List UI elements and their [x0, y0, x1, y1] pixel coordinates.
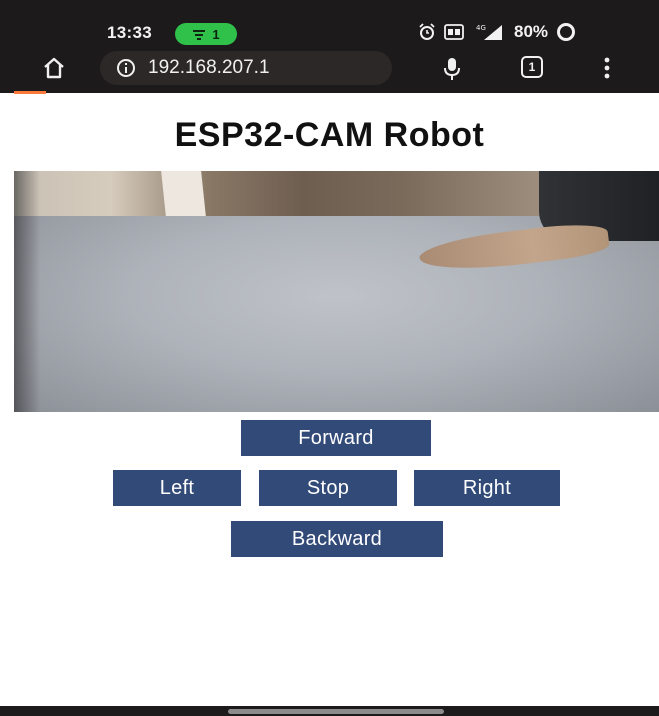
- gesture-handle[interactable]: [228, 709, 444, 714]
- battery-icon: [557, 23, 576, 41]
- menu-icon[interactable]: [604, 57, 610, 79]
- camera-stream: [14, 171, 659, 412]
- forward-button[interactable]: Forward: [241, 420, 431, 456]
- page-title: ESP32-CAM Robot: [174, 116, 485, 154]
- system-nav-bar: [0, 706, 659, 716]
- signal-icon: 4G: [476, 24, 502, 40]
- backward-button[interactable]: Backward: [231, 521, 443, 557]
- address-bar[interactable]: 192.168.207.1: [100, 51, 392, 85]
- status-icons: 4G 80%: [418, 22, 576, 42]
- stop-button[interactable]: Stop: [259, 470, 397, 506]
- network-type-label: 4G: [476, 24, 486, 32]
- right-button[interactable]: Right: [414, 470, 560, 506]
- tabs-icon[interactable]: 1: [521, 56, 543, 78]
- url-bar: 192.168.207.1 1: [0, 50, 659, 88]
- home-icon[interactable]: [42, 56, 66, 80]
- battery-level: 80%: [514, 22, 549, 41]
- hotspot-indicator: 1: [175, 23, 237, 45]
- data-saver-icon: [444, 24, 464, 40]
- url-text[interactable]: 192.168.207.1: [148, 57, 270, 79]
- browser-chrome: 13:33 1 4G 80% 192.168.207.1 1: [0, 0, 659, 94]
- status-time: 13:33: [107, 23, 152, 42]
- status-bar: 13:33 1 4G 80%: [0, 14, 659, 50]
- page-load-progress: [14, 91, 46, 94]
- alarm-icon: [419, 23, 435, 40]
- hotspot-icon: [193, 30, 206, 40]
- info-icon[interactable]: [116, 58, 136, 78]
- left-button[interactable]: Left: [113, 470, 241, 506]
- feed-vignette: [14, 171, 40, 412]
- hotspot-count: 1: [212, 26, 220, 42]
- mic-icon[interactable]: [441, 56, 463, 82]
